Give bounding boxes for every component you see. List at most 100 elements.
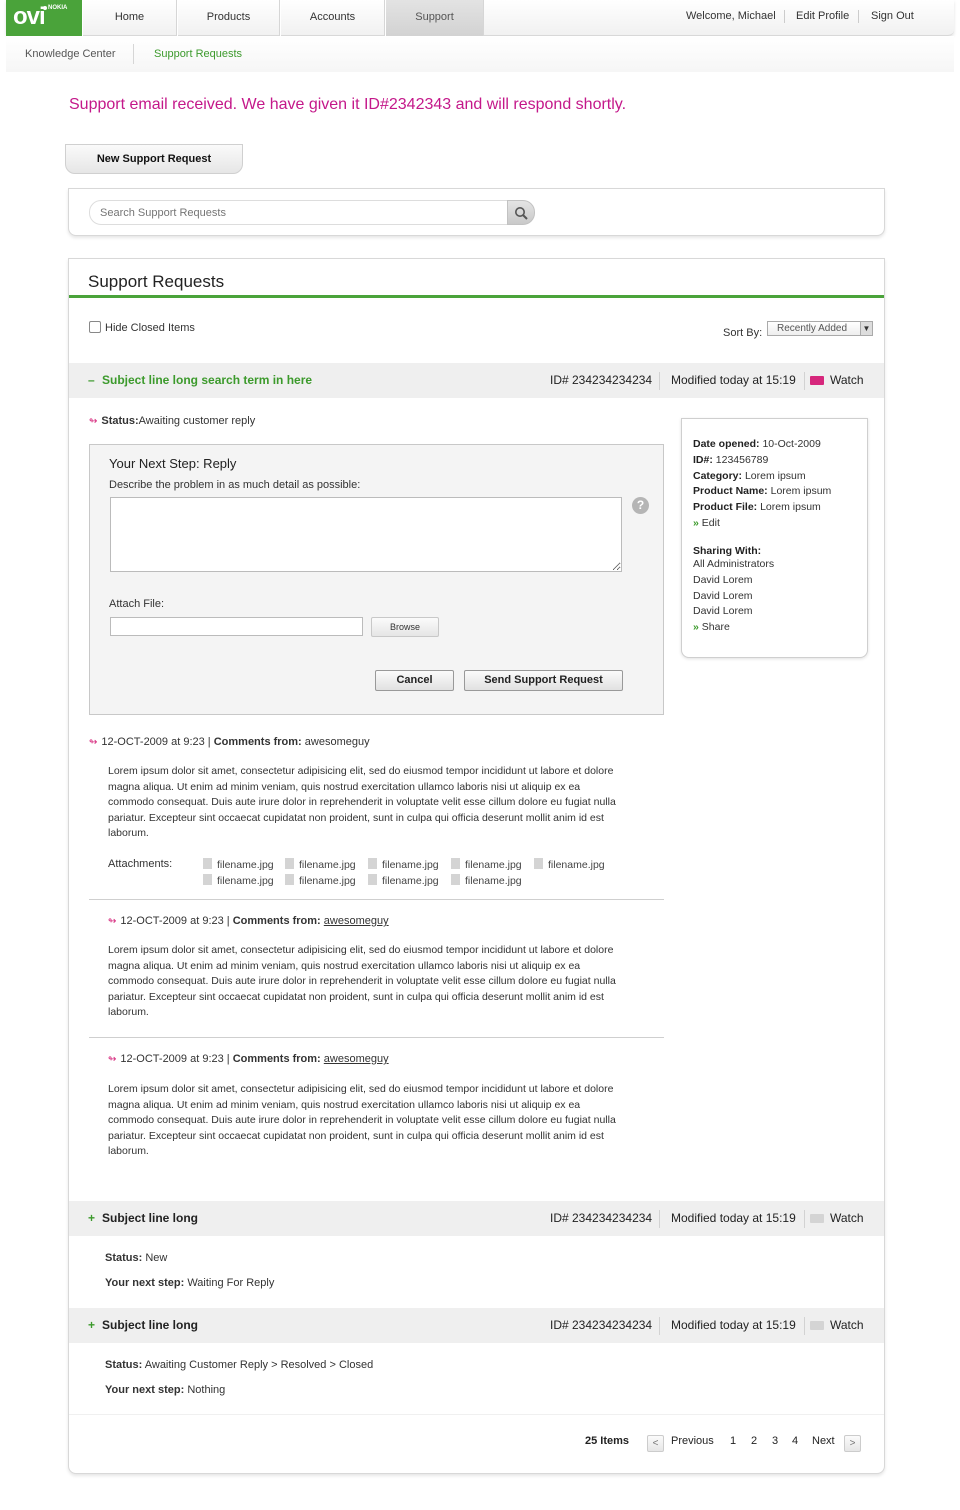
expand-toggle[interactable]: + <box>88 1318 95 1332</box>
welcome-text: Welcome, Michael <box>686 10 776 22</box>
arrow-icon: ↬ <box>89 416 98 427</box>
details-id: ID#: 123456789 <box>693 454 769 466</box>
new-support-request-button[interactable]: New Support Request <box>65 144 243 174</box>
sub-navigation: Knowledge Center Support Requests <box>6 36 954 72</box>
request-id: ID# 234234234234 <box>550 1211 653 1225</box>
help-icon[interactable]: ? <box>632 497 649 514</box>
comment-author[interactable]: awesomeguy <box>324 1053 389 1065</box>
send-support-request-button[interactable]: Send Support Request <box>464 670 623 691</box>
sort-value: Recently Added <box>777 323 848 334</box>
edit-profile-link[interactable]: Edit Profile <box>796 10 849 22</box>
request-status: ↬ Status:Awaiting customer reply <box>89 415 255 427</box>
divider <box>659 1317 660 1335</box>
request-next-step: Your next step: Waiting For Reply <box>105 1277 275 1289</box>
reply-title: Your Next Step: Reply <box>109 456 237 471</box>
nav-tab-products[interactable]: Products <box>177 0 280 36</box>
divider <box>69 1414 884 1415</box>
request-modified: Modified today at 15:19 <box>671 1211 796 1225</box>
chevron-down-icon: ▼ <box>860 322 872 335</box>
divider <box>659 372 660 390</box>
edit-link[interactable]: » Edit <box>693 517 720 529</box>
browse-button[interactable]: Browse <box>371 617 439 637</box>
search-panel <box>68 188 885 236</box>
divider <box>804 1317 805 1335</box>
request-modified: Modified today at 15:19 <box>671 1318 796 1332</box>
reply-description: Describe the problem in as much detail a… <box>109 479 361 491</box>
attachment-link[interactable]: filename.jpg <box>451 874 522 887</box>
subnav-support-requests[interactable]: Support Requests <box>154 48 242 60</box>
chevron-right-icon[interactable]: > <box>844 1435 861 1452</box>
mail-icon[interactable] <box>810 376 824 385</box>
request-subject[interactable]: Subject line long search term in here <box>102 373 312 387</box>
attachment-link[interactable]: filename.jpg <box>368 874 439 887</box>
file-icon <box>203 874 212 885</box>
attachment-link[interactable]: filename.jpg <box>203 858 274 871</box>
sign-out-link[interactable]: Sign Out <box>871 10 914 22</box>
comment-body: Lorem ipsum dolor sit amet, consectetur … <box>108 1083 616 1158</box>
sharing-item: David Lorem <box>693 605 753 617</box>
details-category: Category: Lorem ipsum <box>693 470 806 482</box>
attachment-link[interactable]: filename.jpg <box>285 874 356 887</box>
share-link[interactable]: » Share <box>693 621 730 633</box>
request-status: Status: Awaiting Customer Reply > Resolv… <box>105 1359 374 1371</box>
support-requests-panel: Support Requests Hide Closed Items Sort … <box>68 258 885 1474</box>
search-icon <box>515 207 528 220</box>
cancel-button[interactable]: Cancel <box>375 670 454 691</box>
request-row-header[interactable]: + Subject line long ID# 234234234234 Mod… <box>69 1308 884 1343</box>
ovi-logo[interactable]: ovi NOKIA <box>6 0 82 36</box>
expand-toggle[interactable]: + <box>88 1211 95 1225</box>
request-row-header[interactable]: – Subject line long search term in here … <box>69 363 884 398</box>
hide-closed-checkbox[interactable] <box>89 321 101 333</box>
attachment-link[interactable]: filename.jpg <box>368 858 439 871</box>
previous-page-link[interactable]: Previous <box>671 1435 714 1447</box>
sort-label: Sort By: <box>723 327 763 339</box>
attachment-link[interactable]: filename.jpg <box>534 858 605 871</box>
title-rule <box>69 295 884 298</box>
sharing-label: Sharing With: <box>693 545 762 557</box>
mail-icon[interactable] <box>810 1214 824 1223</box>
request-row-header[interactable]: + Subject line long ID# 234234234234 Mod… <box>69 1201 884 1236</box>
comment-header: ↬ 12-OCT-2009 at 9:23 | Comments from: aw… <box>108 1053 389 1065</box>
collapse-toggle[interactable]: – <box>88 373 95 387</box>
search-button[interactable] <box>507 200 535 225</box>
watch-link[interactable]: Watch <box>830 1318 864 1332</box>
page-link-1[interactable]: 1 <box>730 1435 736 1447</box>
watch-link[interactable]: Watch <box>830 373 864 387</box>
request-subject[interactable]: Subject line long <box>102 1211 198 1225</box>
comment-author[interactable]: awesomeguy <box>324 915 389 927</box>
watch-link[interactable]: Watch <box>830 1211 864 1225</box>
search-input[interactable] <box>89 200 509 225</box>
nav-tab-home[interactable]: Home <box>82 0 177 36</box>
request-id: ID# 234234234234 <box>550 1318 653 1332</box>
page-link-4[interactable]: 4 <box>792 1435 798 1447</box>
logo-text: ovi <box>13 3 46 30</box>
attachment-link[interactable]: filename.jpg <box>285 858 356 871</box>
subnav-knowledge-center[interactable]: Knowledge Center <box>25 48 116 60</box>
date-opened: Date opened: 10-Oct-2009 <box>693 438 821 450</box>
next-page-link[interactable]: Next <box>812 1435 835 1447</box>
chevron-left-icon[interactable]: < <box>647 1435 664 1452</box>
divider <box>89 899 664 900</box>
hide-closed-toggle[interactable]: Hide Closed Items <box>89 321 195 334</box>
page-link-3[interactable]: 3 <box>772 1435 778 1447</box>
divider <box>784 10 785 23</box>
comment-author[interactable]: awesomeguy <box>305 736 370 748</box>
request-modified: Modified today at 15:19 <box>671 373 796 387</box>
page-link-2[interactable]: 2 <box>751 1435 757 1447</box>
arrow-icon: ↬ <box>89 737 98 748</box>
request-subject[interactable]: Subject line long <box>102 1318 198 1332</box>
mail-icon[interactable] <box>810 1321 824 1330</box>
status-label: Status: <box>101 415 139 427</box>
sort-select[interactable]: Recently Added ▼ <box>767 321 873 336</box>
nav-tab-accounts[interactable]: Accounts <box>280 0 385 36</box>
confirmation-message: Support email received. We have given it… <box>69 96 627 113</box>
reply-textarea[interactable] <box>110 497 622 572</box>
logo-brand: NOKIA <box>48 5 68 11</box>
file-icon <box>451 858 460 869</box>
attach-file-input[interactable] <box>110 617 363 636</box>
attachment-link[interactable]: filename.jpg <box>451 858 522 871</box>
file-icon <box>368 874 377 885</box>
attachment-link[interactable]: filename.jpg <box>203 874 274 887</box>
nav-tab-support[interactable]: Support <box>385 0 484 36</box>
arrow-icon: ↬ <box>108 1054 117 1065</box>
